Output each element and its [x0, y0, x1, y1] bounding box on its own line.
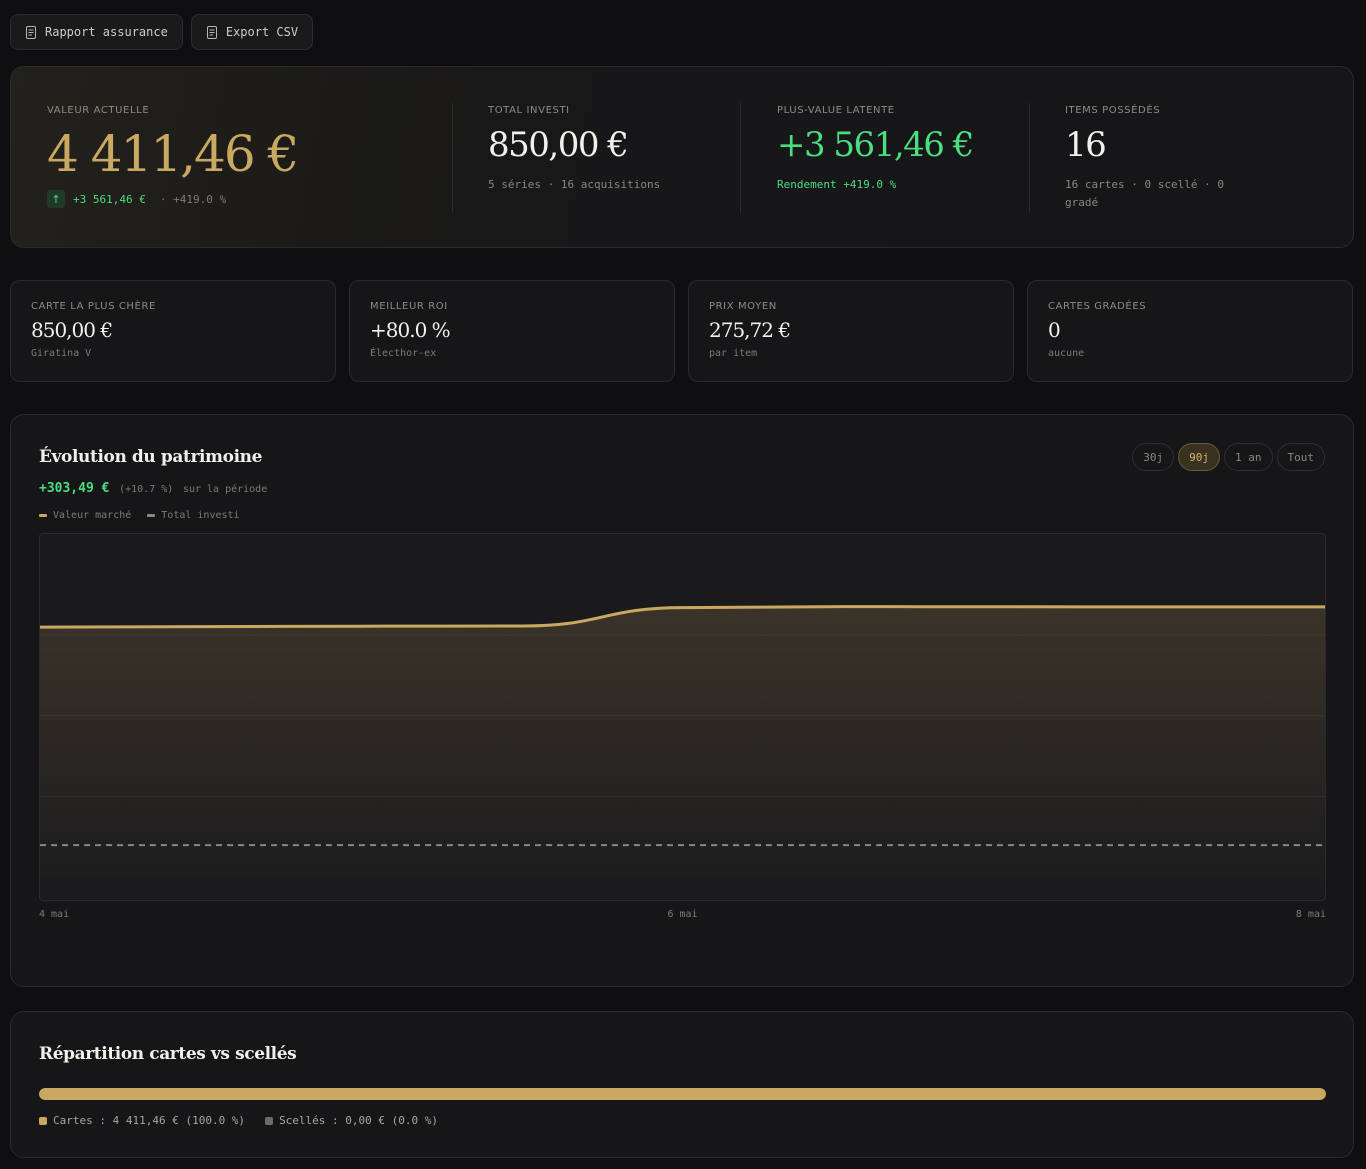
- legend-item-invested: Total investi: [147, 510, 240, 521]
- items-owned-label: ITEMS POSSÉDÉS: [1065, 105, 1161, 116]
- stat-value: 850,00 €: [31, 318, 113, 342]
- legend-label: Scellés : 0,00 € (0.0 %): [279, 1114, 439, 1127]
- stat-label: PRIX MOYEN: [709, 301, 777, 312]
- x-tick-label: 4 mai: [39, 909, 70, 920]
- legend-label: Cartes : 4 411,46 € (100.0 %): [53, 1114, 246, 1127]
- stat-note: Giratina V: [31, 348, 92, 359]
- portfolio-summary-card: VALEUR ACTUELLE 4 411,46 € ↑ +3 561,46 €…: [10, 66, 1354, 248]
- period-text: sur la période: [182, 484, 268, 495]
- legend-swatch: [39, 513, 47, 517]
- stat-label: CARTE LA PLUS CHÈRE: [31, 301, 156, 312]
- period-change: +303,49 € (+10.7 %) sur la période: [39, 477, 267, 496]
- unrealized-gain-section: PLUS-VALUE LATENTE +3 561,46 € Rendement…: [777, 67, 1027, 247]
- current-value: 4 411,46 €: [47, 125, 299, 183]
- unrealized-gain-value: +3 561,46 €: [777, 125, 974, 165]
- items-owned-value: 16: [1065, 125, 1107, 165]
- legend-label: Valeur marché: [53, 510, 132, 521]
- distribution-bar: [39, 1088, 1326, 1100]
- stat-label: MEILLEUR ROI: [370, 301, 448, 312]
- market-value-area: [40, 606, 1325, 900]
- chart-legend: Valeur marché Total investi: [39, 510, 240, 521]
- x-tick-label: 8 mai: [1295, 909, 1326, 920]
- current-value-section: VALEUR ACTUELLE 4 411,46 € ↑ +3 561,46 €…: [47, 67, 447, 247]
- period-change-amount: +303,49 €: [39, 481, 110, 496]
- document-icon: [26, 25, 36, 39]
- stat-note: aucune: [1048, 348, 1085, 359]
- stat-value: +80.0 %: [370, 318, 451, 342]
- x-tick-label: 6 mai: [667, 909, 698, 920]
- toolbar: Rapport assurance Export CSV: [10, 14, 314, 50]
- legend-label: Total investi: [161, 510, 240, 521]
- wealth-evolution-panel: Évolution du patrimoine +303,49 € (+10.7…: [10, 414, 1354, 987]
- stat-card-best-roi: MEILLEUR ROI +80.0 % Électhor-ex: [349, 280, 675, 382]
- insurance-report-button[interactable]: Rapport assurance: [10, 14, 183, 50]
- legend-swatch: [39, 1117, 47, 1125]
- total-invested-label: TOTAL INVESTI: [488, 105, 570, 116]
- stat-card-graded: CARTES GRADÉES 0 aucune: [1027, 280, 1353, 382]
- range-selector: 30j 90j 1 an Tout: [1132, 443, 1325, 471]
- chart-plot-area: [39, 533, 1326, 901]
- export-csv-button[interactable]: Export CSV: [190, 14, 314, 50]
- total-invested-sub: 5 séries · 16 acquisitions: [488, 178, 661, 191]
- wealth-chart: [40, 605, 1325, 900]
- range-button-90d[interactable]: 90j: [1178, 443, 1220, 471]
- range-button-all[interactable]: Tout: [1276, 443, 1325, 471]
- distribution-panel: Répartition cartes vs scellés Cartes : 4…: [10, 1011, 1354, 1158]
- period-change-percent: (+10.7 %): [119, 484, 174, 495]
- distribution-legend: Cartes : 4 411,46 € (100.0 %) Scellés : …: [39, 1114, 438, 1127]
- unrealized-gain-label: PLUS-VALUE LATENTE: [777, 105, 895, 116]
- stat-card-most-expensive: CARTE LA PLUS CHÈRE 850,00 € Giratina V: [10, 280, 336, 382]
- total-invested-section: TOTAL INVESTI 850,00 € 5 séries · 16 acq…: [488, 67, 738, 247]
- legend-item-sealed: Scellés : 0,00 € (0.0 %): [265, 1114, 438, 1127]
- range-button-30d[interactable]: 30j: [1132, 443, 1175, 471]
- stat-note: par item: [709, 348, 758, 359]
- divider: [1029, 103, 1030, 213]
- stat-label: CARTES GRADÉES: [1048, 301, 1147, 312]
- current-value-delta: ↑ +3 561,46 € · +419.0 %: [47, 190, 447, 208]
- range-button-1y[interactable]: 1 an: [1224, 443, 1273, 471]
- insurance-report-label: Rapport assurance: [45, 25, 168, 39]
- x-axis-ticks: 4 mai 6 mai 8 mai: [39, 909, 1326, 923]
- arrow-up-icon: ↑: [47, 190, 65, 208]
- delta-amount: +3 561,46 €: [73, 192, 146, 206]
- divider: [452, 103, 453, 213]
- panel-title: Répartition cartes vs scellés: [39, 1044, 297, 1064]
- legend-swatch: [147, 513, 156, 517]
- delta-percent: · +419.0 %: [159, 192, 227, 206]
- legend-item-cards: Cartes : 4 411,46 € (100.0 %): [39, 1114, 245, 1127]
- legend-item-market: Valeur marché: [39, 510, 131, 521]
- stat-value: 275,72 €: [709, 318, 791, 342]
- stat-value: 0: [1048, 318, 1061, 342]
- items-owned-sub: 16 cartes · 0 scellé · 0 gradé: [1065, 178, 1224, 209]
- items-owned-section: ITEMS POSSÉDÉS 16 16 cartes · 0 scellé ·…: [1065, 67, 1265, 247]
- total-invested-value: 850,00 €: [488, 125, 629, 165]
- stat-card-average-price: PRIX MOYEN 275,72 € par item: [688, 280, 1014, 382]
- document-icon: [206, 25, 217, 39]
- distribution-bar-cards-fill: [39, 1088, 1326, 1100]
- legend-swatch: [265, 1117, 274, 1125]
- panel-title: Évolution du patrimoine: [39, 447, 263, 467]
- divider: [740, 103, 741, 213]
- yield-text: Rendement +419.0 %: [777, 178, 897, 191]
- export-csv-label: Export CSV: [225, 25, 299, 39]
- stat-note: Électhor-ex: [370, 348, 437, 359]
- current-value-label: VALEUR ACTUELLE: [47, 105, 150, 116]
